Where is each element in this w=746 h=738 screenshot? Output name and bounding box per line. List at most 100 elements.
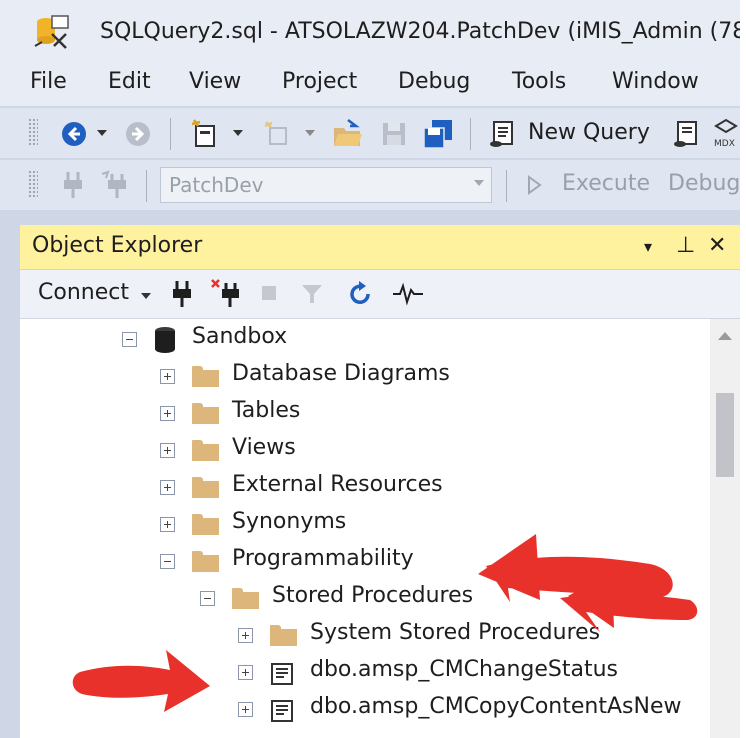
object-explorer-panel: Object Explorer ▾ ⊥ ✕ Connect Sandbox Da…	[20, 225, 740, 738]
tree-node-label: dbo.amsp_CMChangeStatus	[310, 657, 619, 682]
tree-node-label: Tables	[232, 398, 301, 423]
collapse-icon[interactable]	[160, 554, 175, 569]
toolbar-separator	[506, 170, 507, 202]
menu-tools[interactable]: Tools	[512, 69, 566, 94]
folder-icon	[192, 477, 219, 498]
activity-monitor-icon[interactable]	[392, 282, 424, 306]
tree-node-database-diagrams[interactable]: Database Diagrams	[20, 360, 710, 397]
connect-icon[interactable]	[60, 170, 86, 200]
object-explorer-tree: Sandbox Database Diagrams Tables Views E…	[20, 319, 710, 738]
expand-icon[interactable]	[238, 628, 253, 643]
close-icon[interactable]: ✕	[708, 233, 726, 258]
available-databases-select[interactable]: PatchDev	[160, 167, 492, 203]
back-dropdown-icon[interactable]	[96, 128, 108, 138]
expand-icon[interactable]	[160, 480, 175, 495]
toolbar-separator	[170, 118, 171, 150]
folder-icon	[232, 588, 259, 609]
tree-node-views[interactable]: Views	[20, 434, 710, 471]
expand-icon[interactable]	[238, 665, 253, 680]
expand-icon[interactable]	[160, 369, 175, 384]
scroll-up-icon[interactable]	[715, 329, 735, 343]
collapse-icon[interactable]	[122, 332, 137, 347]
change-connection-icon[interactable]	[100, 170, 132, 200]
expand-icon[interactable]	[160, 517, 175, 532]
add-item-icon[interactable]	[262, 118, 294, 150]
pin-icon[interactable]: ⊥	[676, 233, 695, 258]
database-icon	[155, 327, 175, 353]
ssms-window: SQLQuery2.sql - ATSOLAZW204.PatchDev (iM…	[0, 0, 740, 738]
mdx-query-icon[interactable]: MDX	[712, 118, 740, 150]
toolbar-separator	[470, 118, 471, 150]
new-query-icon[interactable]	[488, 118, 520, 150]
menu-edit[interactable]: Edit	[108, 69, 151, 94]
save-all-icon[interactable]	[422, 118, 454, 150]
tree-node-label: Database Diagrams	[232, 361, 450, 386]
forward-icon[interactable]	[124, 120, 152, 148]
tree-node-stored-procedure[interactable]: dbo.amsp_CMChangeStatus	[20, 656, 710, 693]
tree-node-external-resources[interactable]: External Resources	[20, 471, 710, 508]
connect-button[interactable]: Connect	[38, 280, 129, 305]
window-title: SQLQuery2.sql - ATSOLAZW204.PatchDev (iM…	[100, 19, 740, 44]
menu-view[interactable]: View	[189, 69, 241, 94]
tree-node-programmability[interactable]: Programmability	[20, 545, 710, 582]
folder-icon	[192, 514, 219, 535]
selected-database: PatchDev	[169, 173, 264, 197]
scrollbar-thumb[interactable]	[716, 393, 734, 477]
tree-node-stored-procedures[interactable]: Stored Procedures	[20, 582, 710, 619]
object-explorer-header: Object Explorer ▾ ⊥ ✕	[20, 225, 740, 270]
database-engine-query-icon[interactable]	[672, 118, 704, 150]
chevron-down-icon[interactable]	[473, 178, 485, 188]
object-explorer-title: Object Explorer	[32, 233, 203, 258]
expand-icon[interactable]	[160, 406, 175, 421]
folder-icon	[192, 551, 219, 572]
filter-icon[interactable]	[300, 282, 324, 306]
tree-node-system-stored-procedures[interactable]: System Stored Procedures	[20, 619, 710, 656]
stored-procedure-icon	[271, 663, 293, 685]
toolbar-grip[interactable]	[28, 118, 38, 146]
connect-object-explorer-icon[interactable]	[170, 279, 194, 309]
svg-text:MDX: MDX	[714, 139, 735, 149]
sql-editor-toolbar: PatchDev Execute Debug	[0, 160, 740, 210]
disconnect-icon[interactable]	[210, 277, 242, 309]
tree-node-label: System Stored Procedures	[310, 620, 601, 645]
tree-node-sandbox[interactable]: Sandbox	[20, 323, 710, 360]
vertical-scrollbar[interactable]	[710, 319, 740, 738]
debug-button[interactable]: Debug	[668, 171, 740, 196]
tree-node-tables[interactable]: Tables	[20, 397, 710, 434]
folder-icon	[192, 403, 219, 424]
add-item-dropdown-icon[interactable]	[304, 128, 316, 138]
window-position-dropdown-icon[interactable]: ▾	[644, 237, 652, 256]
tree-node-label: dbo.amsp_CMCopyContentAsNew	[310, 694, 682, 719]
menu-debug[interactable]: Debug	[398, 69, 470, 94]
tree-node-label: Programmability	[232, 546, 414, 571]
collapse-icon[interactable]	[200, 591, 215, 606]
tree-node-label: Views	[232, 435, 296, 460]
refresh-icon[interactable]	[346, 280, 374, 308]
open-file-icon[interactable]	[332, 118, 364, 150]
execute-icon[interactable]	[526, 175, 542, 195]
new-query-button[interactable]: New Query	[528, 120, 650, 145]
new-project-dropdown-icon[interactable]	[232, 128, 244, 138]
menu-window[interactable]: Window	[612, 69, 699, 94]
menu-project[interactable]: Project	[282, 69, 357, 94]
menu-file[interactable]: File	[30, 69, 67, 94]
back-icon[interactable]	[60, 120, 88, 148]
folder-icon	[192, 440, 219, 461]
execute-button[interactable]: Execute	[562, 171, 650, 196]
stop-icon[interactable]	[260, 284, 278, 302]
standard-toolbar: New Query MDX	[0, 108, 740, 158]
menu-bar: File Edit View Project Debug Tools Windo…	[0, 62, 740, 106]
toolbar-separator	[146, 170, 147, 202]
toolbar-grip[interactable]	[28, 170, 38, 198]
tree-node-stored-procedure[interactable]: dbo.amsp_CMCopyContentAsNew	[20, 693, 710, 730]
title-bar: SQLQuery2.sql - ATSOLAZW204.PatchDev (iM…	[0, 0, 740, 62]
tree-node-synonyms[interactable]: Synonyms	[20, 508, 710, 545]
expand-icon[interactable]	[160, 443, 175, 458]
folder-icon	[270, 625, 297, 646]
ssms-app-icon	[34, 15, 69, 49]
stored-procedure-icon	[271, 700, 293, 722]
expand-icon[interactable]	[238, 702, 253, 717]
save-icon[interactable]	[380, 120, 408, 148]
new-project-icon[interactable]	[190, 118, 222, 150]
connect-dropdown-icon[interactable]	[140, 291, 152, 301]
